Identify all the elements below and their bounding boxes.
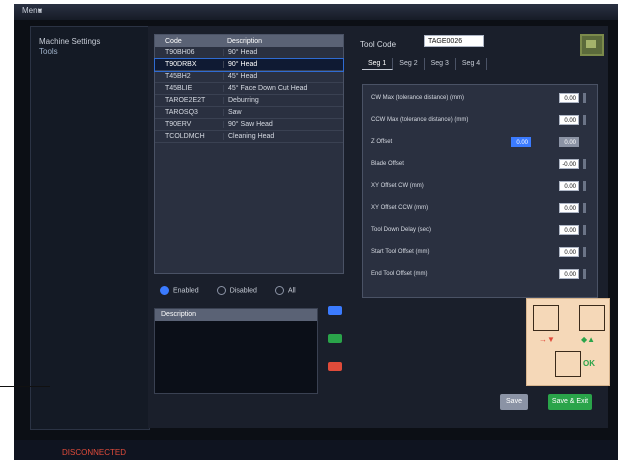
table-cell-code: TAROSQ3: [165, 109, 198, 116]
sidebar: Machine Settings Tools: [30, 26, 150, 430]
spinner-icon[interactable]: [583, 93, 586, 103]
jog-box-left-icon[interactable]: [533, 305, 559, 331]
parameter-label: Blade Offset: [371, 161, 404, 167]
parameter-value-field[interactable]: 0.00: [559, 225, 579, 235]
save-button[interactable]: Save: [500, 394, 528, 410]
table-cell-code: TCOLDMCH: [165, 133, 205, 140]
settings-icon[interactable]: [580, 34, 604, 56]
col-description-header: Description: [227, 37, 263, 45]
table-cell-code: T90DRBX: [165, 61, 197, 68]
spinner-icon[interactable]: [583, 203, 586, 213]
spinner-icon[interactable]: [583, 225, 586, 235]
table-header: Code Description: [155, 35, 343, 47]
table-cell-code: TAROE2E2T: [165, 97, 206, 104]
table-cell-code: T90BH06: [165, 49, 195, 56]
tab-seg-2[interactable]: Seg 2: [393, 58, 425, 70]
table-cell-description: Cleaning Head: [223, 133, 343, 140]
table-cell-description: 90° Head: [223, 61, 343, 68]
sidebar-item-machine-settings[interactable]: Machine Settings: [31, 27, 149, 47]
spinner-icon[interactable]: [583, 181, 586, 191]
parameter-label: End Tool Offset (mm): [371, 271, 428, 277]
description-header: Description: [155, 309, 317, 321]
parameter-value-field[interactable]: 0.00: [559, 247, 579, 257]
parameter-value-field[interactable]: -0.00: [559, 159, 579, 169]
table-row[interactable]: T45BH2 45° Head: [155, 71, 343, 83]
jog-right-arrows-icon[interactable]: ◆▲: [581, 335, 595, 344]
parameter-value-field[interactable]: 0.00: [559, 115, 579, 125]
tool-code-label: Tool Code: [360, 40, 397, 49]
parameter-label: Start Tool Offset (mm): [371, 249, 430, 255]
table-row[interactable]: TAROSQ3 Saw: [155, 107, 343, 119]
table-row[interactable]: T45BLIE 45° Face Down Cut Head: [155, 83, 343, 95]
small-blue-button[interactable]: [328, 306, 342, 315]
tab-seg-1[interactable]: Seg 1: [362, 58, 394, 70]
table-cell-description: 45° Face Down Cut Head: [223, 85, 343, 92]
z-offset-secondary-field[interactable]: 0.00: [559, 137, 579, 147]
parameter-label: XY Offset CW (mm): [371, 183, 424, 189]
parameters-panel: CW Max (tolerance distance) (mm) 0.00 CCW …: [362, 84, 598, 298]
segment-tabs: Seg 1 Seg 2 Seg 3 Seg 4: [362, 58, 488, 70]
table-cell-description: Deburring: [223, 97, 343, 104]
filter-enabled[interactable]: Enabled: [160, 286, 199, 295]
connection-status: DISCONNECTED: [62, 448, 127, 457]
parameter-value-field[interactable]: 0.00: [559, 93, 579, 103]
parameter-value-field[interactable]: 0.00: [559, 203, 579, 213]
description-panel[interactable]: Description: [154, 308, 318, 394]
table-row[interactable]: TCOLDMCH Cleaning Head: [155, 131, 343, 143]
jog-ok-label[interactable]: OK: [583, 359, 595, 368]
parameter-label: Z Offset: [371, 139, 393, 145]
parameter-value-field[interactable]: 0.00: [559, 181, 579, 191]
spinner-icon[interactable]: [583, 159, 586, 169]
table-row[interactable]: T90ERV 90° Saw Head: [155, 119, 343, 131]
left-pointer-line: [0, 386, 50, 387]
top-menu-bar: [14, 4, 618, 20]
small-red-button[interactable]: [328, 362, 342, 371]
jog-box-right-icon[interactable]: [579, 305, 605, 331]
z-offset-field[interactable]: 0.00: [511, 137, 531, 147]
table-row[interactable]: T90DRBX 90° Head: [154, 58, 344, 72]
jog-left-arrows-icon[interactable]: →▼: [539, 335, 555, 344]
spinner-icon[interactable]: [583, 269, 586, 279]
col-code-header: Code: [165, 37, 182, 45]
jog-pad[interactable]: →▼ ◆▲ OK: [526, 298, 610, 386]
table-cell-description: 90° Saw Head: [223, 121, 343, 128]
jog-box-center-icon[interactable]: [555, 351, 581, 377]
table-cell-description: 90° Head: [223, 49, 343, 56]
table-row[interactable]: TAROE2E2T Deburring: [155, 95, 343, 107]
tool-code-field[interactable]: TAGE0026: [424, 35, 484, 47]
parameter-label: XY Offset CCW (mm): [371, 205, 429, 211]
parameter-value-field[interactable]: 0.00: [559, 269, 579, 279]
spinner-icon[interactable]: [583, 247, 586, 257]
save-exit-button[interactable]: Save & Exit: [548, 394, 592, 410]
radio-enabled-icon[interactable]: [160, 286, 169, 295]
tab-seg-4[interactable]: Seg 4: [456, 58, 488, 70]
radio-disabled-icon[interactable]: [216, 286, 226, 295]
spinner-icon[interactable]: [583, 115, 586, 125]
tab-seg-3[interactable]: Seg 3: [425, 58, 456, 70]
table-row[interactable]: T90BH06 90° Head: [155, 47, 343, 59]
table-cell-description: Saw: [223, 109, 343, 116]
menu-caret-icon[interactable]: ▾: [38, 6, 42, 15]
parameter-label: CW Max (tolerance distance) (mm): [371, 95, 465, 101]
table-cell-code: T45BH2: [165, 73, 191, 80]
parameter-label: Tool Down Delay (sec): [371, 227, 432, 233]
filter-all[interactable]: All: [274, 286, 296, 295]
table-cell-description: 45° Head: [223, 73, 343, 80]
filter-disabled[interactable]: Disabled: [216, 286, 257, 295]
tools-table: Code Description T90BH06 90° Head T90DRBX 9…: [154, 34, 344, 274]
parameter-label: CCW Max (tolerance distance) (mm): [371, 117, 469, 123]
sidebar-item-tools[interactable]: Tools: [31, 47, 149, 57]
table-cell-code: T45BLIE: [165, 85, 193, 92]
small-green-button[interactable]: [328, 334, 342, 343]
table-cell-code: T90ERV: [165, 121, 192, 128]
filter-options: Enabled Disabled All: [160, 286, 296, 295]
radio-all-icon[interactable]: [274, 286, 284, 295]
